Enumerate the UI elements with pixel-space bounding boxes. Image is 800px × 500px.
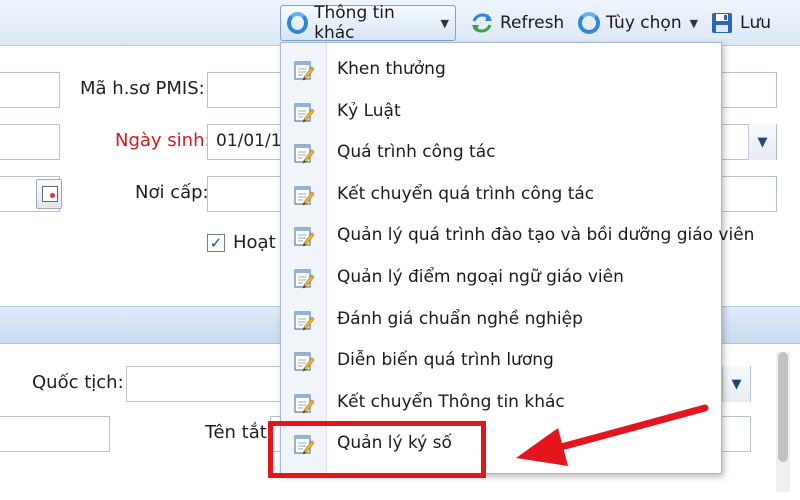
active-checkbox[interactable]: ✓ [207,234,225,252]
menu-item[interactable]: Kết chuyển quá trình công tác [281,174,721,215]
text-field[interactable] [0,416,110,452]
refresh-button[interactable]: Refresh [464,5,570,41]
chevron-down-icon: ▼ [689,16,699,30]
refresh-icon [470,11,494,35]
menu-item-label: Kỷ Luật [337,100,401,121]
save-label: Lưu [740,13,772,33]
scrollbar-thumb[interactable] [778,352,788,462]
edit-note-icon [293,350,315,372]
short-name-label: Tên tắt [205,422,267,443]
ring-icon [287,12,309,34]
pmis-label: Mã h.sơ PMIS: [80,78,205,99]
edit-note-icon [293,392,315,414]
other-info-button[interactable]: Thông tin khác ▼ [280,3,456,43]
pmis-input[interactable] [207,72,287,108]
calendar-icon[interactable] [36,179,62,209]
highlight-box [268,421,486,478]
refresh-label: Refresh [500,13,565,33]
options-label: Tùy chọn [606,13,682,33]
menu-item[interactable]: Quá trình công tác [281,132,721,173]
menu-item-label: Quá trình công tác [337,142,496,163]
menu-item[interactable]: Khen thưởng [281,49,721,90]
menu-item[interactable]: Quản lý quá trình đào tạo và bồi dưỡng g… [281,215,754,256]
other-info-label: Thông tin khác [314,3,395,43]
options-button[interactable]: Tùy chọn ▼ [572,5,704,41]
menu-item[interactable]: Quản lý điểm ngoại ngữ giáo viên [281,257,721,298]
edit-note-icon [293,142,315,164]
red-arrow-icon [516,404,709,466]
toolbar: Thông tin khác ▼ Refresh Tùy chọn ▼ Lưu [0,0,800,46]
edit-note-icon [293,225,315,247]
menu-item[interactable]: Kỷ Luật [281,91,721,132]
issue-place-input[interactable] [207,176,287,212]
text-field[interactable] [715,72,777,108]
active-label: Hoạt [233,232,276,253]
menu-item[interactable]: Diễn biến quá trình lương [281,340,721,381]
edit-note-icon [293,59,315,81]
menu-item-label: Quản lý điểm ngoại ngữ giáo viên [337,267,624,287]
edit-note-icon [293,309,315,331]
save-button[interactable]: Lưu [704,5,777,41]
menu-item-label: Khen thưởng [337,59,446,79]
edit-note-icon [293,267,315,289]
menu-item-label: Đánh giá chuẩn nghề nghiệp [337,308,583,329]
chevron-down-icon[interactable]: ▼ [748,124,776,160]
ring-icon [578,12,600,34]
nationality-label: Quốc tịch: [32,372,124,393]
menu-item-label: Kết chuyển quá trình công tác [337,183,595,204]
chevron-down-icon: ▼ [440,16,449,30]
chevron-down-icon[interactable]: ▼ [722,366,750,402]
birth-date-input[interactable]: 01/01/1 [207,124,287,160]
issue-place-label: Nơi cấp: [135,182,209,203]
text-field[interactable] [0,124,60,160]
edit-note-icon [293,184,315,206]
floppy-disk-icon [710,11,734,35]
birth-date-label: Ngày sinh: [115,130,211,151]
menu-item-label: Quản lý quá trình đào tạo và bồi dưỡng g… [337,225,755,246]
edit-note-icon [293,101,315,123]
text-field[interactable] [0,72,60,108]
menu-item-label: Diễn biến quá trình lương [337,350,554,371]
text-field[interactable] [715,176,777,212]
menu-item[interactable]: Đánh giá chuẩn nghề nghiệp [281,299,721,340]
